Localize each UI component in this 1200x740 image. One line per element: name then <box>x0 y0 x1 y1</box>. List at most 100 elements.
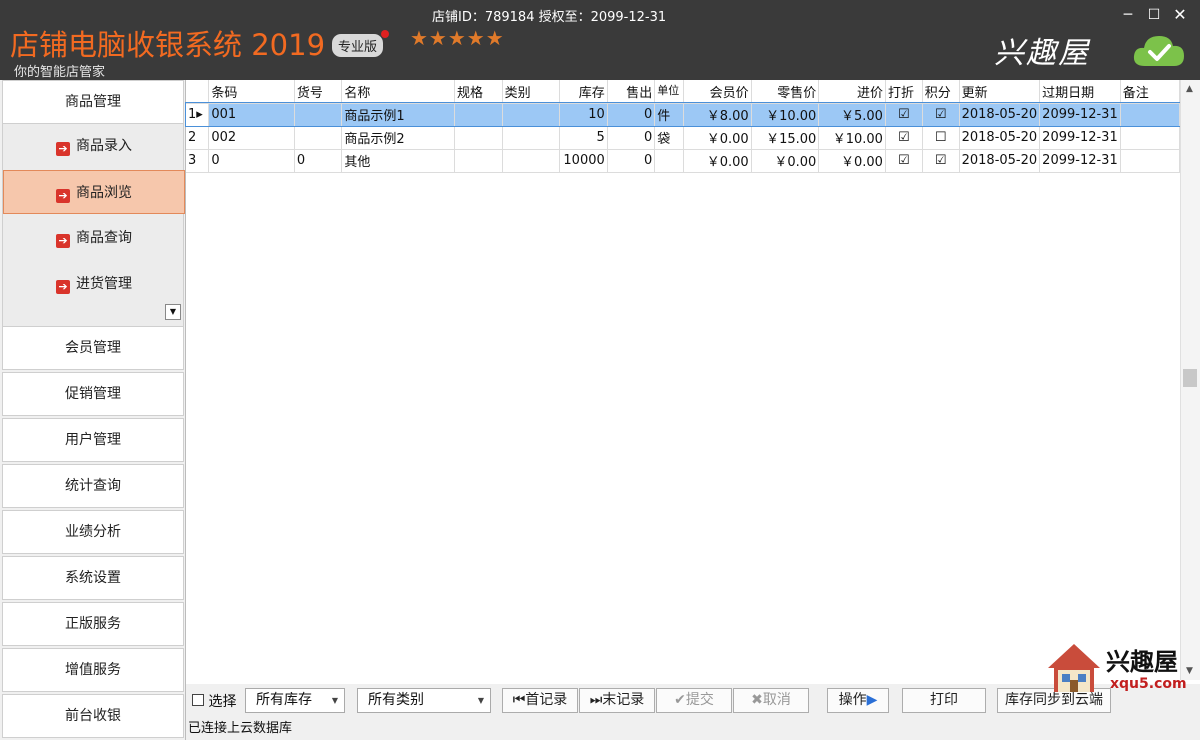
nav-settings[interactable]: 系统设置 <box>2 556 184 600</box>
select-checkbox[interactable]: 选择 <box>192 691 236 711</box>
cell-spec[interactable] <box>454 103 503 127</box>
cell-name[interactable]: 其他 <box>341 149 456 173</box>
cell-category[interactable] <box>502 103 560 127</box>
cell-member-price[interactable]: ￥0.00 <box>683 149 752 173</box>
cell-spec[interactable] <box>454 126 503 150</box>
scroll-up-icon[interactable]: ▲ <box>1186 84 1193 94</box>
cell-stock[interactable]: 10 <box>559 103 608 127</box>
cell-cost[interactable]: ￥10.00 <box>818 126 886 150</box>
cell-barcode[interactable]: 0 <box>208 149 295 173</box>
nav-sub-product-entry[interactable]: ➔ 商品录入 <box>3 124 185 168</box>
cell-cost[interactable]: ￥0.00 <box>818 149 886 173</box>
nav-genuine-service[interactable]: 正版服务 <box>2 602 184 646</box>
column-header[interactable]: 备注 <box>1120 80 1181 104</box>
cell-updated[interactable]: 2018-05-20 <box>959 149 1041 173</box>
cell-stock[interactable]: 5 <box>559 126 608 150</box>
cell-cost[interactable]: ￥5.00 <box>818 103 886 127</box>
table-row[interactable]: 2 002 商品示例2 5 0 袋 ￥0.00 ￥15.00 ￥10.00 ☑ … <box>186 126 1181 150</box>
column-header[interactable]: 售出 <box>607 80 656 104</box>
last-record-button[interactable]: ⏭末记录 <box>579 688 655 713</box>
nav-sub-product-query[interactable]: ➔ 商品查询 <box>3 216 185 260</box>
cell-item-no[interactable] <box>294 103 343 127</box>
column-header[interactable]: 会员价 <box>683 80 752 104</box>
column-header[interactable]: 库存 <box>559 80 608 104</box>
cell-updated[interactable]: 2018-05-20 <box>959 103 1041 127</box>
column-header[interactable]: 货号 <box>294 80 343 104</box>
stock-filter-select[interactable]: 所有库存 ▼ <box>245 688 345 713</box>
cell-barcode[interactable]: 001 <box>208 103 295 127</box>
cell-retail-price[interactable]: ￥15.00 <box>751 126 820 150</box>
cell-note[interactable] <box>1120 149 1181 173</box>
column-header[interactable]: 更新 <box>959 80 1041 104</box>
cell-note[interactable] <box>1120 126 1181 150</box>
cell-name[interactable]: 商品示例1 <box>341 103 456 127</box>
nav-performance[interactable]: 业绩分析 <box>2 510 184 554</box>
submit-button[interactable]: ✔提交 <box>656 688 732 713</box>
cell-expiry[interactable]: 2099-12-31 <box>1039 149 1121 173</box>
table-row[interactable]: 1▸ 001 商品示例1 10 0 件 ￥8.00 ￥10.00 ￥5.00 ☑… <box>185 102 1181 127</box>
print-button[interactable]: 打印 <box>902 688 986 713</box>
cell-points-checkbox[interactable]: ☐ <box>922 126 960 150</box>
cell-unit[interactable]: 袋 <box>654 126 685 150</box>
cell-spec[interactable] <box>454 149 503 173</box>
table-row[interactable]: 3 0 0 其他 10000 0 ￥0.00 ￥0.00 ￥0.00 ☑ ☑ 2… <box>186 149 1181 173</box>
cell-item-no[interactable]: 0 <box>294 149 343 173</box>
cell-item-no[interactable] <box>294 126 343 150</box>
cell-points-checkbox[interactable]: ☑ <box>922 149 960 173</box>
cell-sold[interactable]: 0 <box>607 126 656 150</box>
column-header[interactable]: 过期日期 <box>1039 80 1121 104</box>
cell-stock[interactable]: 10000 <box>559 149 608 173</box>
maximize-button[interactable]: ☐ <box>1144 5 1164 25</box>
column-header[interactable]: 打折 <box>885 80 923 104</box>
cloud-sync-icon[interactable] <box>1131 30 1187 70</box>
nav-statistics[interactable]: 统计查询 <box>2 464 184 508</box>
cell-barcode[interactable]: 002 <box>208 126 295 150</box>
nav-sub-purchase[interactable]: ➔ 进货管理 <box>3 262 185 306</box>
cell-discount-checkbox[interactable]: ☑ <box>885 149 923 173</box>
operate-button[interactable]: 操作▶ <box>827 688 889 713</box>
scroll-thumb[interactable] <box>1183 369 1197 387</box>
cell-discount-checkbox[interactable]: ☑ <box>885 126 923 150</box>
row-index[interactable]: 1▸ <box>186 103 210 127</box>
cell-member-price[interactable]: ￥0.00 <box>683 126 752 150</box>
nav-value-added[interactable]: 增值服务 <box>2 648 184 692</box>
column-header[interactable]: 名称 <box>341 80 456 104</box>
cell-points-checkbox[interactable]: ☑ <box>922 103 960 127</box>
cell-unit[interactable] <box>654 149 685 173</box>
vertical-scrollbar[interactable]: ▲ ▼ <box>1180 80 1200 680</box>
cell-updated[interactable]: 2018-05-20 <box>959 126 1041 150</box>
cell-sold[interactable]: 0 <box>607 149 656 173</box>
column-header[interactable]: 单位 <box>654 80 685 104</box>
column-header[interactable]: 积分 <box>922 80 960 104</box>
cell-sold[interactable]: 0 <box>607 103 656 127</box>
first-record-button[interactable]: ⏮首记录 <box>502 688 578 713</box>
nav-product-management[interactable]: 商品管理 <box>2 80 184 124</box>
cell-name[interactable]: 商品示例2 <box>341 126 456 150</box>
product-grid[interactable]: 条码 货号 名称 规格 类别 库存 售出 单位 会员价 零售价 进价 打折 积分… <box>185 80 1181 680</box>
cell-retail-price[interactable]: ￥0.00 <box>751 149 820 173</box>
nav-user-management[interactable]: 用户管理 <box>2 418 184 462</box>
cell-expiry[interactable]: 2099-12-31 <box>1039 126 1121 150</box>
cancel-button[interactable]: ✖取消 <box>733 688 809 713</box>
cell-expiry[interactable]: 2099-12-31 <box>1039 103 1121 127</box>
nav-member-management[interactable]: 会员管理 <box>2 326 184 370</box>
close-button[interactable]: ✕ <box>1170 5 1190 25</box>
cell-retail-price[interactable]: ￥10.00 <box>751 103 820 127</box>
column-header[interactable]: 类别 <box>502 80 560 104</box>
nav-sub-product-browse[interactable]: ➔ 商品浏览 <box>3 170 185 214</box>
cell-unit[interactable]: 件 <box>654 103 685 127</box>
cell-discount-checkbox[interactable]: ☑ <box>885 103 923 127</box>
cell-category[interactable] <box>502 126 560 150</box>
chevron-down-icon[interactable]: ▼ <box>165 304 181 320</box>
nav-promotion-management[interactable]: 促销管理 <box>2 372 184 416</box>
column-header[interactable]: 条码 <box>208 80 295 104</box>
row-index[interactable]: 3 <box>186 149 210 173</box>
column-header[interactable]: 进价 <box>818 80 886 104</box>
nav-front-desk[interactable]: 前台收银 <box>2 694 184 738</box>
column-header[interactable]: 零售价 <box>751 80 820 104</box>
minimize-button[interactable]: ─ <box>1118 5 1138 25</box>
cell-member-price[interactable]: ￥8.00 <box>683 103 752 127</box>
column-header[interactable]: 规格 <box>454 80 503 104</box>
category-filter-select[interactable]: 所有类别 ▼ <box>357 688 491 713</box>
cell-category[interactable] <box>502 149 560 173</box>
